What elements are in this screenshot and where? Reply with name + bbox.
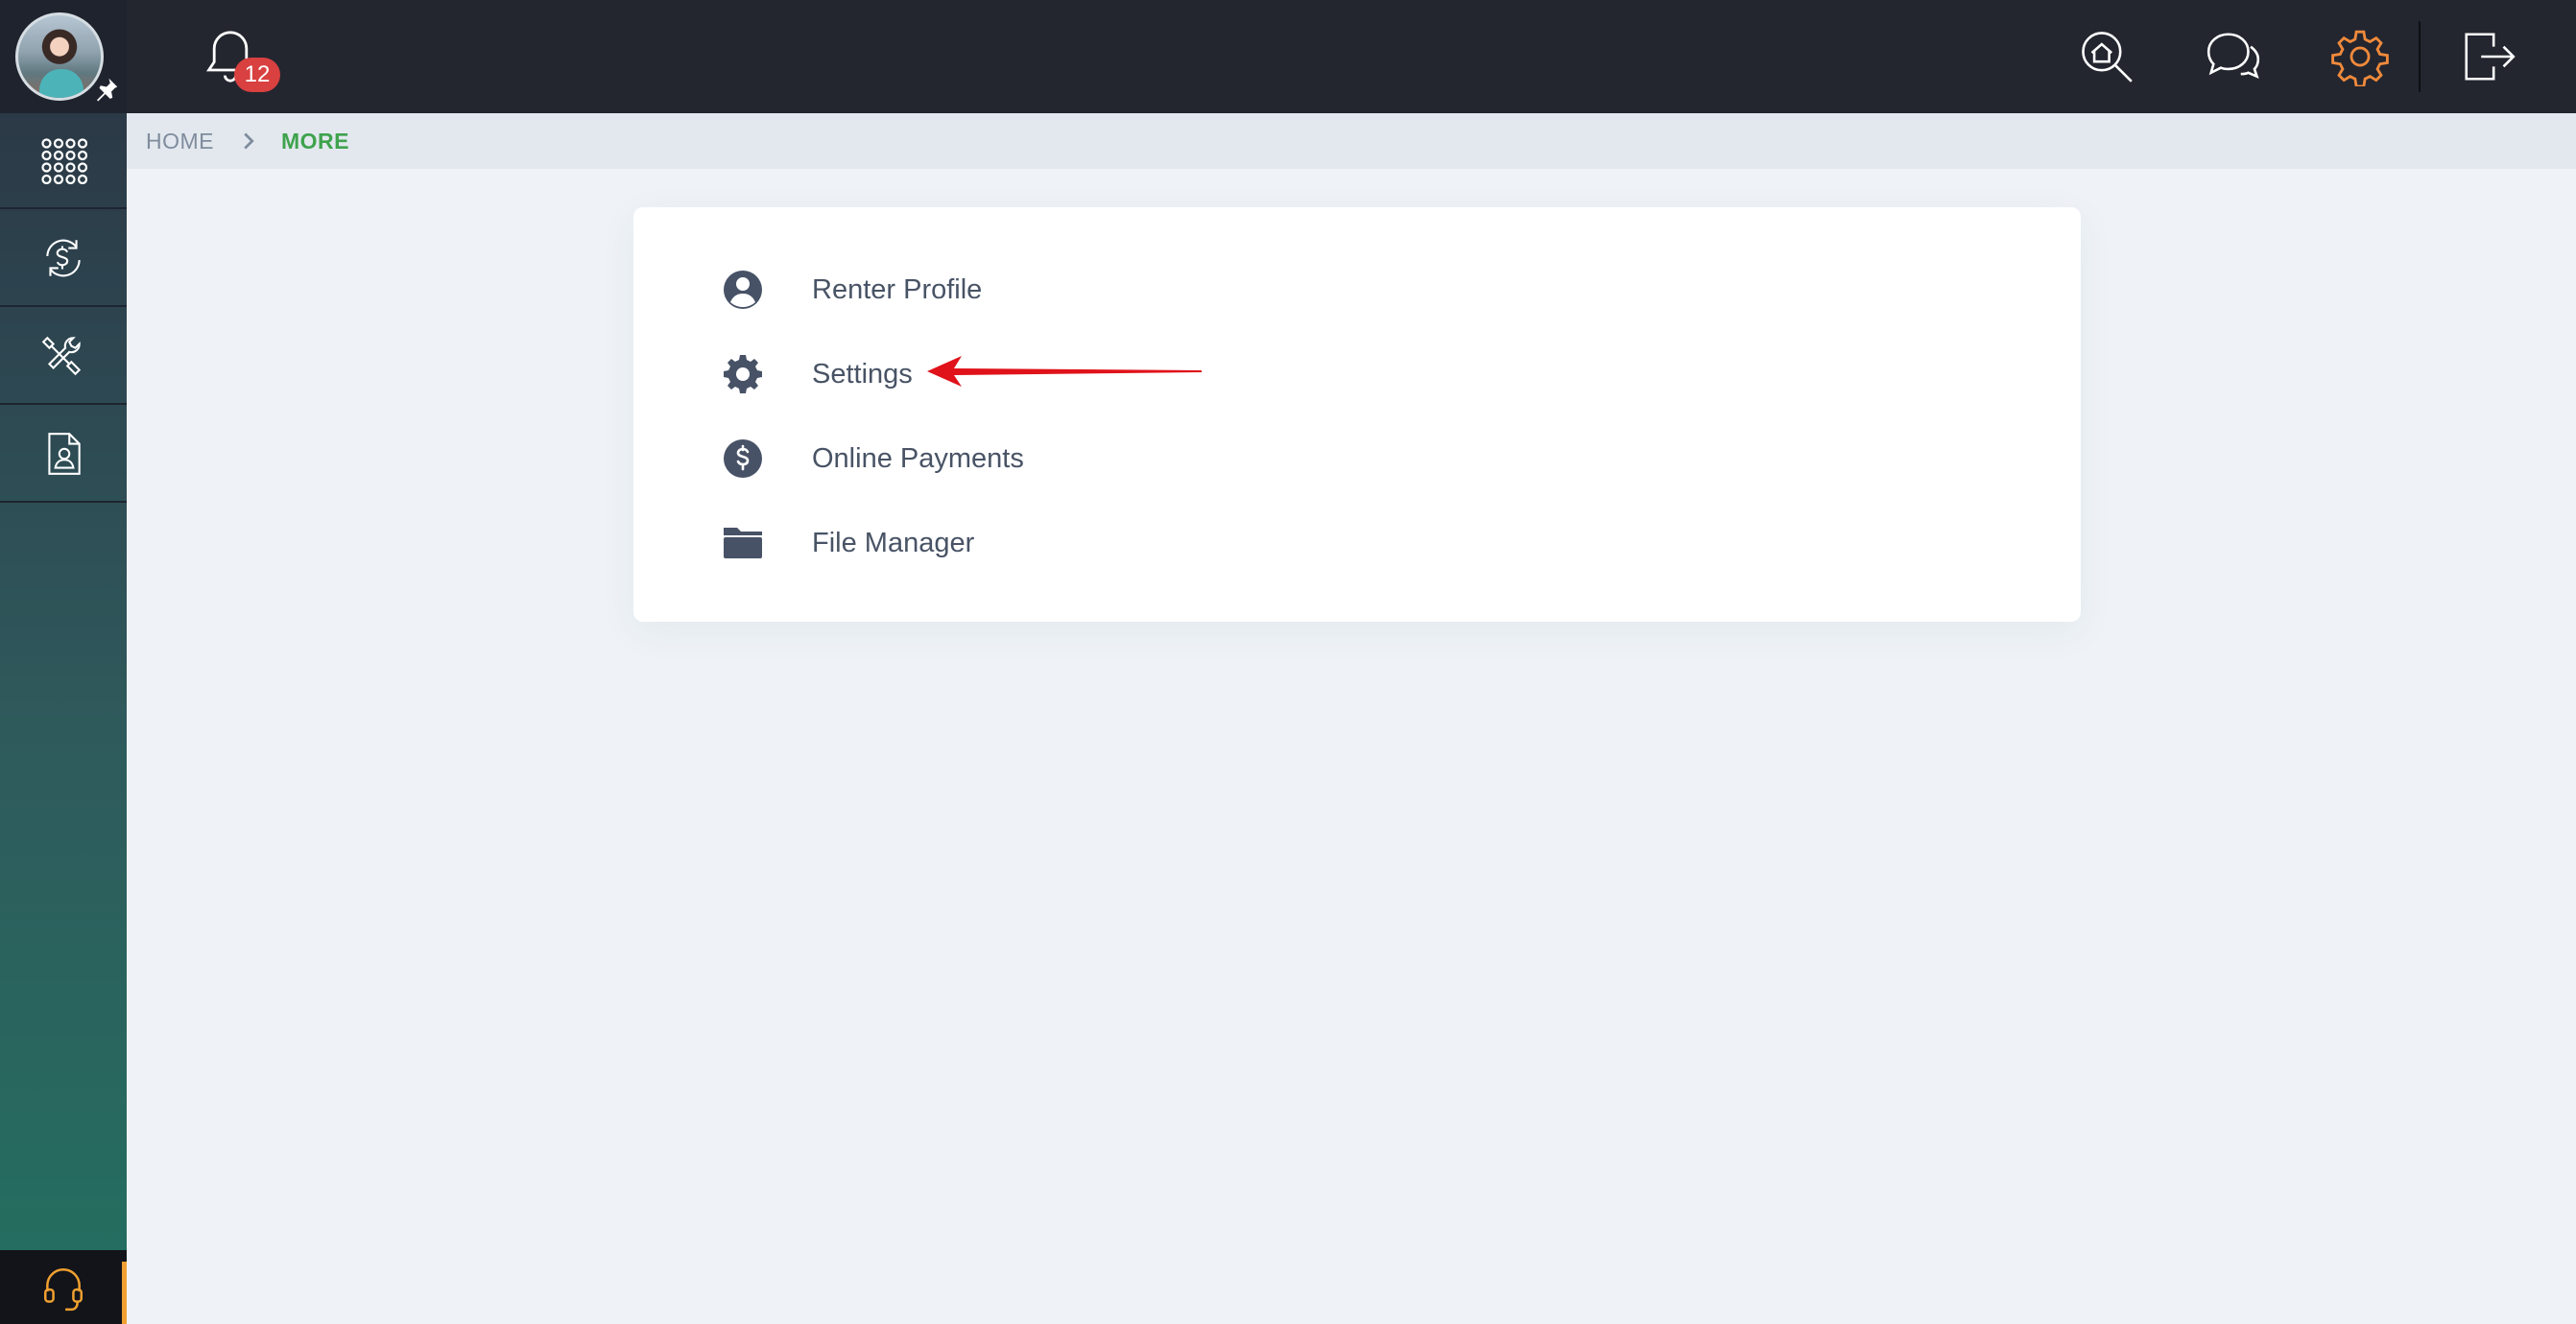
breadcrumb: HOME MORE — [127, 113, 2576, 169]
home-search-icon[interactable] — [2077, 27, 2136, 86]
headset-icon — [44, 1267, 83, 1311]
sidebar-item-documents[interactable] — [0, 407, 127, 503]
footer-text — [1056, 1316, 1632, 1324]
breadcrumb-home[interactable]: HOME — [146, 129, 214, 154]
sidebar-item-apps[interactable] — [0, 113, 127, 209]
avatar[interactable] — [15, 12, 104, 101]
logout-icon[interactable] — [2459, 27, 2518, 86]
dollar-circle-icon — [724, 439, 762, 478]
document-profile-icon — [48, 433, 81, 475]
notification-badge: 12 — [234, 58, 280, 92]
menu-item-file-manager[interactable]: File Manager — [722, 514, 974, 572]
topbar: 12 — [127, 0, 2576, 113]
menu-item-online-payments[interactable]: Online Payments — [722, 430, 1024, 487]
sidebar-item-maintenance[interactable] — [0, 309, 127, 405]
topbar-divider — [2419, 21, 2421, 92]
folder-icon — [724, 528, 762, 558]
sidebar-item-payments[interactable] — [0, 211, 127, 307]
menu-item-label: Online Payments — [812, 442, 1024, 474]
menu-item-renter-profile[interactable]: Renter Profile — [722, 261, 982, 319]
pin-icon[interactable] — [92, 75, 121, 104]
more-menu-card: Renter Profile Settings Online Payments … — [633, 207, 2081, 622]
sidebar — [0, 0, 127, 1324]
menu-item-label: Renter Profile — [812, 273, 983, 305]
menu-item-label: File Manager — [812, 527, 975, 558]
breadcrumb-current: MORE — [281, 128, 349, 154]
annotation-arrow — [927, 356, 1202, 387]
avatar-cell — [0, 0, 127, 113]
menu-item-settings[interactable]: Settings — [722, 345, 913, 403]
chevron-right-icon — [244, 132, 254, 150]
chat-icon[interactable] — [2204, 27, 2263, 86]
gear-icon — [724, 355, 762, 393]
payments-exchange-icon — [46, 239, 81, 277]
gear-icon[interactable] — [2330, 27, 2390, 86]
menu-item-label: Settings — [812, 358, 913, 390]
tools-icon — [41, 336, 82, 376]
apps-grid-icon — [41, 138, 87, 184]
support-button[interactable] — [0, 1250, 127, 1324]
user-circle-icon — [724, 271, 762, 309]
